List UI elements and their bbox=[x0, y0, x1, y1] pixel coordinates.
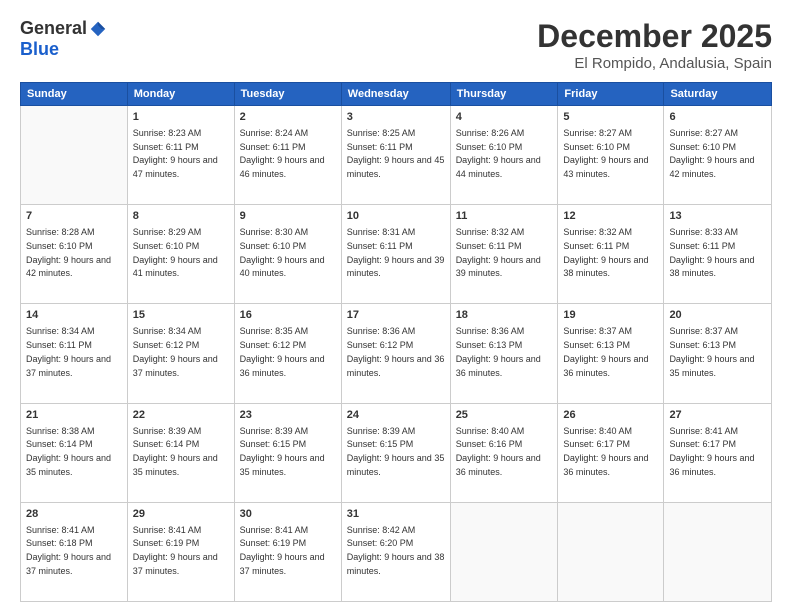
week-row-1: 1 Sunrise: 8:23 AMSunset: 6:11 PMDayligh… bbox=[21, 106, 772, 205]
cell-w2-d5: 11 Sunrise: 8:32 AMSunset: 6:11 PMDaylig… bbox=[450, 205, 558, 304]
location-title: El Rompido, Andalusia, Spain bbox=[537, 55, 772, 72]
header-tuesday: Tuesday bbox=[234, 83, 341, 106]
cell-w5-d1: 28 Sunrise: 8:41 AMSunset: 6:18 PMDaylig… bbox=[21, 502, 128, 601]
cell-w5-d3: 30 Sunrise: 8:41 AMSunset: 6:19 PMDaylig… bbox=[234, 502, 341, 601]
header: General Blue December 2025 El Rompido, A… bbox=[20, 18, 772, 72]
cell-w4-d1: 21 Sunrise: 8:38 AMSunset: 6:14 PMDaylig… bbox=[21, 403, 128, 502]
logo-blue: Blue bbox=[20, 39, 59, 59]
cell-w1-d5: 4 Sunrise: 8:26 AMSunset: 6:10 PMDayligh… bbox=[450, 106, 558, 205]
cell-w4-d2: 22 Sunrise: 8:39 AMSunset: 6:14 PMDaylig… bbox=[127, 403, 234, 502]
header-wednesday: Wednesday bbox=[341, 83, 450, 106]
cell-w1-d4: 3 Sunrise: 8:25 AMSunset: 6:11 PMDayligh… bbox=[341, 106, 450, 205]
cell-w1-d2: 1 Sunrise: 8:23 AMSunset: 6:11 PMDayligh… bbox=[127, 106, 234, 205]
cell-w4-d5: 25 Sunrise: 8:40 AMSunset: 6:16 PMDaylig… bbox=[450, 403, 558, 502]
cell-w5-d7 bbox=[664, 502, 772, 601]
cell-w1-d1 bbox=[21, 106, 128, 205]
cell-w2-d1: 7 Sunrise: 8:28 AMSunset: 6:10 PMDayligh… bbox=[21, 205, 128, 304]
cell-w4-d7: 27 Sunrise: 8:41 AMSunset: 6:17 PMDaylig… bbox=[664, 403, 772, 502]
cell-w4-d6: 26 Sunrise: 8:40 AMSunset: 6:17 PMDaylig… bbox=[558, 403, 664, 502]
cell-w2-d7: 13 Sunrise: 8:33 AMSunset: 6:11 PMDaylig… bbox=[664, 205, 772, 304]
cell-w3-d5: 18 Sunrise: 8:36 AMSunset: 6:13 PMDaylig… bbox=[450, 304, 558, 403]
cell-w3-d7: 20 Sunrise: 8:37 AMSunset: 6:13 PMDaylig… bbox=[664, 304, 772, 403]
week-row-5: 28 Sunrise: 8:41 AMSunset: 6:18 PMDaylig… bbox=[21, 502, 772, 601]
cell-w3-d4: 17 Sunrise: 8:36 AMSunset: 6:12 PMDaylig… bbox=[341, 304, 450, 403]
header-friday: Friday bbox=[558, 83, 664, 106]
cell-w5-d6 bbox=[558, 502, 664, 601]
week-row-3: 14 Sunrise: 8:34 AMSunset: 6:11 PMDaylig… bbox=[21, 304, 772, 403]
cell-w5-d2: 29 Sunrise: 8:41 AMSunset: 6:19 PMDaylig… bbox=[127, 502, 234, 601]
logo-text: General bbox=[20, 18, 107, 39]
cell-w1-d7: 6 Sunrise: 8:27 AMSunset: 6:10 PMDayligh… bbox=[664, 106, 772, 205]
calendar-page: General Blue December 2025 El Rompido, A… bbox=[0, 0, 792, 612]
cell-w1-d6: 5 Sunrise: 8:27 AMSunset: 6:10 PMDayligh… bbox=[558, 106, 664, 205]
header-saturday: Saturday bbox=[664, 83, 772, 106]
cell-w5-d5 bbox=[450, 502, 558, 601]
calendar-table: Sunday Monday Tuesday Wednesday Thursday… bbox=[20, 82, 772, 602]
weekday-header-row: Sunday Monday Tuesday Wednesday Thursday… bbox=[21, 83, 772, 106]
cell-w4-d3: 23 Sunrise: 8:39 AMSunset: 6:15 PMDaylig… bbox=[234, 403, 341, 502]
title-block: December 2025 El Rompido, Andalusia, Spa… bbox=[537, 18, 772, 72]
cell-w2-d2: 8 Sunrise: 8:29 AMSunset: 6:10 PMDayligh… bbox=[127, 205, 234, 304]
logo-general: General bbox=[20, 18, 87, 39]
cell-w3-d2: 15 Sunrise: 8:34 AMSunset: 6:12 PMDaylig… bbox=[127, 304, 234, 403]
cell-w3-d1: 14 Sunrise: 8:34 AMSunset: 6:11 PMDaylig… bbox=[21, 304, 128, 403]
cell-w2-d4: 10 Sunrise: 8:31 AMSunset: 6:11 PMDaylig… bbox=[341, 205, 450, 304]
header-monday: Monday bbox=[127, 83, 234, 106]
header-thursday: Thursday bbox=[450, 83, 558, 106]
month-title: December 2025 bbox=[537, 18, 772, 55]
cell-w3-d6: 19 Sunrise: 8:37 AMSunset: 6:13 PMDaylig… bbox=[558, 304, 664, 403]
logo: General Blue bbox=[20, 18, 107, 60]
cell-w5-d4: 31 Sunrise: 8:42 AMSunset: 6:20 PMDaylig… bbox=[341, 502, 450, 601]
week-row-4: 21 Sunrise: 8:38 AMSunset: 6:14 PMDaylig… bbox=[21, 403, 772, 502]
cell-w3-d3: 16 Sunrise: 8:35 AMSunset: 6:12 PMDaylig… bbox=[234, 304, 341, 403]
cell-w2-d6: 12 Sunrise: 8:32 AMSunset: 6:11 PMDaylig… bbox=[558, 205, 664, 304]
logo-icon bbox=[89, 20, 107, 38]
header-sunday: Sunday bbox=[21, 83, 128, 106]
cell-w2-d3: 9 Sunrise: 8:30 AMSunset: 6:10 PMDayligh… bbox=[234, 205, 341, 304]
cell-w1-d3: 2 Sunrise: 8:24 AMSunset: 6:11 PMDayligh… bbox=[234, 106, 341, 205]
cell-w4-d4: 24 Sunrise: 8:39 AMSunset: 6:15 PMDaylig… bbox=[341, 403, 450, 502]
week-row-2: 7 Sunrise: 8:28 AMSunset: 6:10 PMDayligh… bbox=[21, 205, 772, 304]
